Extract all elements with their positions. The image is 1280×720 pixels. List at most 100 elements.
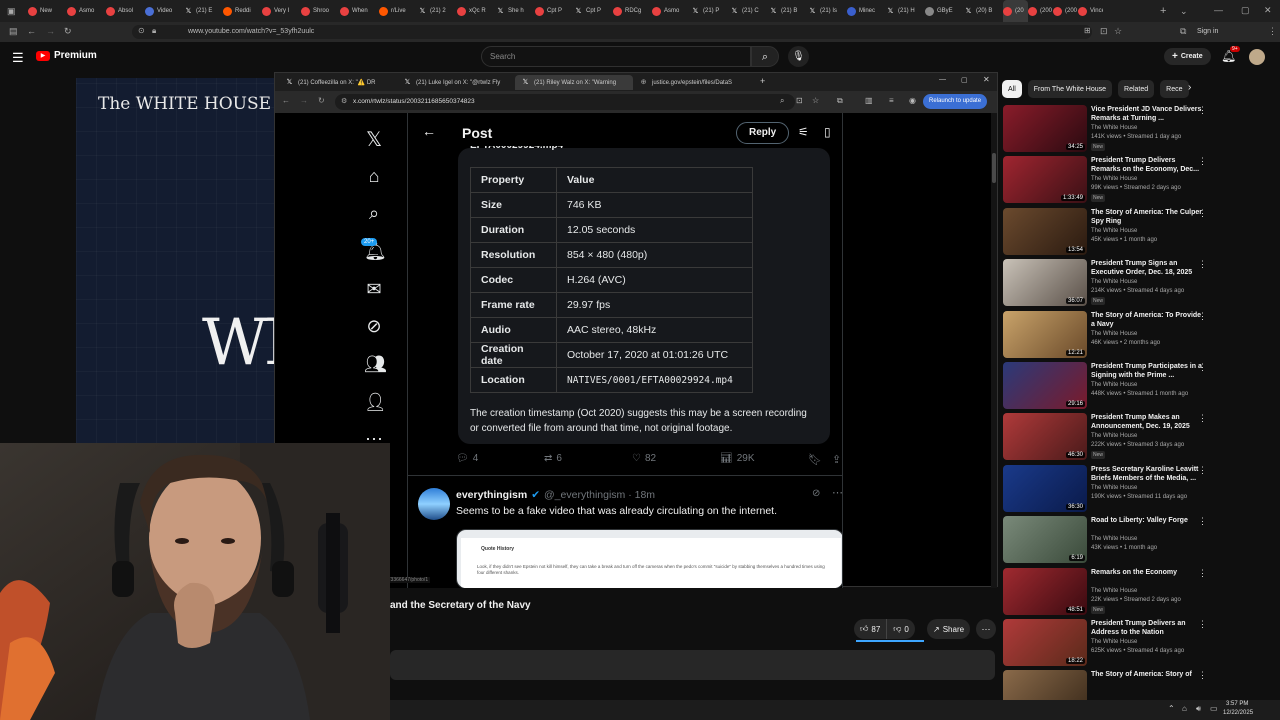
- x-logo-icon[interactable]: 𝕏: [364, 127, 384, 152]
- site-info-icon[interactable]: ⊙: [138, 26, 145, 35]
- video-menu-kebab-icon[interactable]: ⋮: [1198, 516, 1207, 527]
- inner-scrollbar[interactable]: [991, 113, 997, 588]
- video-thumbnail[interactable]: 36:07: [1003, 259, 1087, 307]
- bookmark-icon[interactable]: 🔖︎: [808, 453, 822, 466]
- sidebar-toggle-icon[interactable]: ▤: [9, 26, 18, 37]
- taskbar-date[interactable]: 12/22/2025: [1223, 710, 1253, 716]
- more-options-icon[interactable]: ⋯: [832, 486, 842, 499]
- like-button[interactable]: 👍︎ 87: [854, 619, 888, 639]
- outer-tab[interactable]: (20: [1003, 0, 1028, 22]
- share-button[interactable]: ↗ Share: [927, 619, 971, 639]
- video-thumbnail[interactable]: 6:19: [1003, 516, 1087, 564]
- outer-tab[interactable]: RDCg: [613, 0, 652, 22]
- communities-icon[interactable]: 👥︎: [364, 354, 387, 375]
- chip-all[interactable]: All: [1002, 80, 1022, 98]
- bookmark-star-icon[interactable]: ☆: [1114, 26, 1122, 37]
- outer-tab[interactable]: New: [28, 0, 67, 22]
- dislike-button[interactable]: 👎︎ 0: [887, 619, 915, 639]
- inner-reload-icon[interactable]: ↻: [318, 96, 325, 105]
- inner-back-icon[interactable]: ←: [282, 96, 290, 105]
- inner-maximize-button[interactable]: ▢: [961, 76, 968, 84]
- views-count-button[interactable]: 📊︎ 29K: [720, 453, 755, 464]
- related-video-item[interactable]: 18:22 President Trump Delivers an Address…: [1002, 619, 1280, 669]
- reload-icon[interactable]: ↻: [64, 26, 72, 37]
- reply-author-handle[interactable]: @_everythingism · 18m: [544, 489, 655, 501]
- reply-author-avatar[interactable]: [418, 488, 450, 520]
- search-button[interactable]: ⌕: [751, 46, 779, 67]
- outer-tab[interactable]: Asmo: [67, 0, 106, 22]
- hamburger-menu-icon[interactable]: ☰: [12, 50, 24, 66]
- media-controls-icon[interactable]: ≡: [889, 96, 894, 105]
- outer-tab[interactable]: Minec: [847, 0, 886, 22]
- related-video-item[interactable]: 46:30 President Trump Makes an Announceme…: [1002, 413, 1280, 463]
- tab-list-icon[interactable]: ⌄: [1180, 6, 1188, 17]
- video-menu-kebab-icon[interactable]: ⋮: [1198, 568, 1207, 579]
- related-video-item[interactable]: 6:19 Road to Liberty: Valley Forge The Whi…: [1002, 516, 1280, 566]
- forward-icon[interactable]: →: [46, 26, 55, 36]
- related-video-item[interactable]: 29:16 President Trump Participates in a S…: [1002, 362, 1280, 412]
- like-count-button[interactable]: ♡ 82: [632, 453, 656, 464]
- outer-tab[interactable]: When: [340, 0, 379, 22]
- outer-tab[interactable]: Reddi: [223, 0, 262, 22]
- back-icon[interactable]: ←: [27, 26, 36, 36]
- video-thumbnail[interactable]: 36:30: [1003, 464, 1087, 512]
- video-menu-kebab-icon[interactable]: ⋮: [1198, 105, 1207, 116]
- inner-new-tab-button[interactable]: +: [760, 76, 765, 86]
- outer-tab[interactable]: 𝕏 (21) 2: [418, 0, 457, 22]
- video-thumbnail[interactable]: 12:21: [1003, 310, 1087, 358]
- related-video-item[interactable]: 36:07 President Trump Signs an Executive …: [1002, 259, 1280, 309]
- inner-minimize-button[interactable]: —: [939, 76, 946, 83]
- relaunch-button[interactable]: Relaunch to update: [923, 94, 988, 109]
- sign-in-link[interactable]: Sign in: [1197, 28, 1218, 35]
- share-icon[interactable]: ⇪: [832, 453, 841, 466]
- install-app-icon[interactable]: ⊞: [1084, 26, 1091, 35]
- voice-search-button[interactable]: 🎙︎: [788, 46, 809, 67]
- related-video-item[interactable]: 13:54 The Story of America: The Culper Sp…: [1002, 207, 1280, 258]
- repost-count-button[interactable]: ⇄ 6: [544, 453, 562, 464]
- inner-forward-icon[interactable]: →: [300, 96, 308, 105]
- new-tab-button[interactable]: +: [1160, 5, 1166, 17]
- video-thumbnail[interactable]: 34:25: [1003, 105, 1087, 152]
- outer-tab[interactable]: Video: [145, 0, 184, 22]
- chip-related[interactable]: Related: [1118, 80, 1155, 98]
- screen-share-icon[interactable]: ⊡: [796, 96, 803, 105]
- related-video-item[interactable]: 36:30 Press Secretary Karoline Leavitt Br…: [1002, 464, 1280, 515]
- maximize-button[interactable]: ▢: [1241, 5, 1250, 16]
- reply-image[interactable]: Quote History Look, if they didn't see E…: [456, 529, 842, 588]
- video-player[interactable]: The WHITE HOUSE WH: [76, 78, 320, 444]
- outer-tab[interactable]: 𝕏 (21) C: [730, 0, 769, 22]
- outer-tab[interactable]: Absol: [106, 0, 145, 22]
- outer-tab[interactable]: (200: [1028, 0, 1053, 22]
- video-thumbnail[interactable]: 29:16: [1003, 362, 1087, 409]
- outer-tab[interactable]: 𝕏 (21) P: [691, 0, 730, 22]
- site-settings-icon[interactable]: ⚙︎: [341, 97, 347, 105]
- chip-scroll-right-icon[interactable]: ›: [1188, 82, 1191, 93]
- video-menu-kebab-icon[interactable]: ⋮: [1198, 670, 1207, 681]
- inner-tab-1[interactable]: 𝕏 (21) Luke Igel on X: "@rtwlz Fly: [397, 75, 515, 90]
- speaker-icon[interactable]: 🔊︎: [1196, 704, 1201, 714]
- profile-icon[interactable]: ◉: [909, 96, 916, 105]
- video-menu-kebab-icon[interactable]: ⋮: [1198, 362, 1207, 373]
- cast-icon[interactable]: ⊡: [1100, 26, 1108, 37]
- menu-kebab-icon[interactable]: ⋮: [1268, 26, 1277, 37]
- reply-button[interactable]: Reply: [736, 122, 790, 144]
- related-video-item[interactable]: 34:25 Vice President JD Vance Delivers Re…: [1002, 105, 1280, 155]
- video-thumbnail[interactable]: 48:51: [1003, 567, 1087, 615]
- close-window-button[interactable]: ✕: [1264, 5, 1272, 16]
- outer-tab[interactable]: 𝕏 (21) Is: [808, 0, 847, 22]
- profile-nav-icon[interactable]: 👤︎: [364, 392, 387, 413]
- avatar[interactable]: [1249, 49, 1265, 65]
- minimize-button[interactable]: —: [1214, 5, 1223, 15]
- network-icon[interactable]: ⌂: [1182, 704, 1187, 713]
- inner-url-field[interactable]: ⚙︎ x.com/rtwlz/status/200321168565037482…: [335, 94, 795, 110]
- back-arrow-icon[interactable]: ←: [422, 123, 436, 139]
- explore-search-icon[interactable]: ⌕: [364, 203, 384, 224]
- inner-bookmark-icon[interactable]: ☆: [812, 96, 819, 105]
- create-button[interactable]: + Create: [1164, 48, 1211, 65]
- reply-author-name[interactable]: everythingism: [456, 489, 527, 501]
- reply-count-button[interactable]: 💬︎ 4: [456, 453, 478, 464]
- outer-tab[interactable]: Vince: [1078, 0, 1103, 22]
- video-menu-kebab-icon[interactable]: ⋮: [1198, 259, 1207, 270]
- video-menu-kebab-icon[interactable]: ⋮: [1198, 619, 1207, 630]
- outer-tab[interactable]: 𝕏 (21) E: [184, 0, 223, 22]
